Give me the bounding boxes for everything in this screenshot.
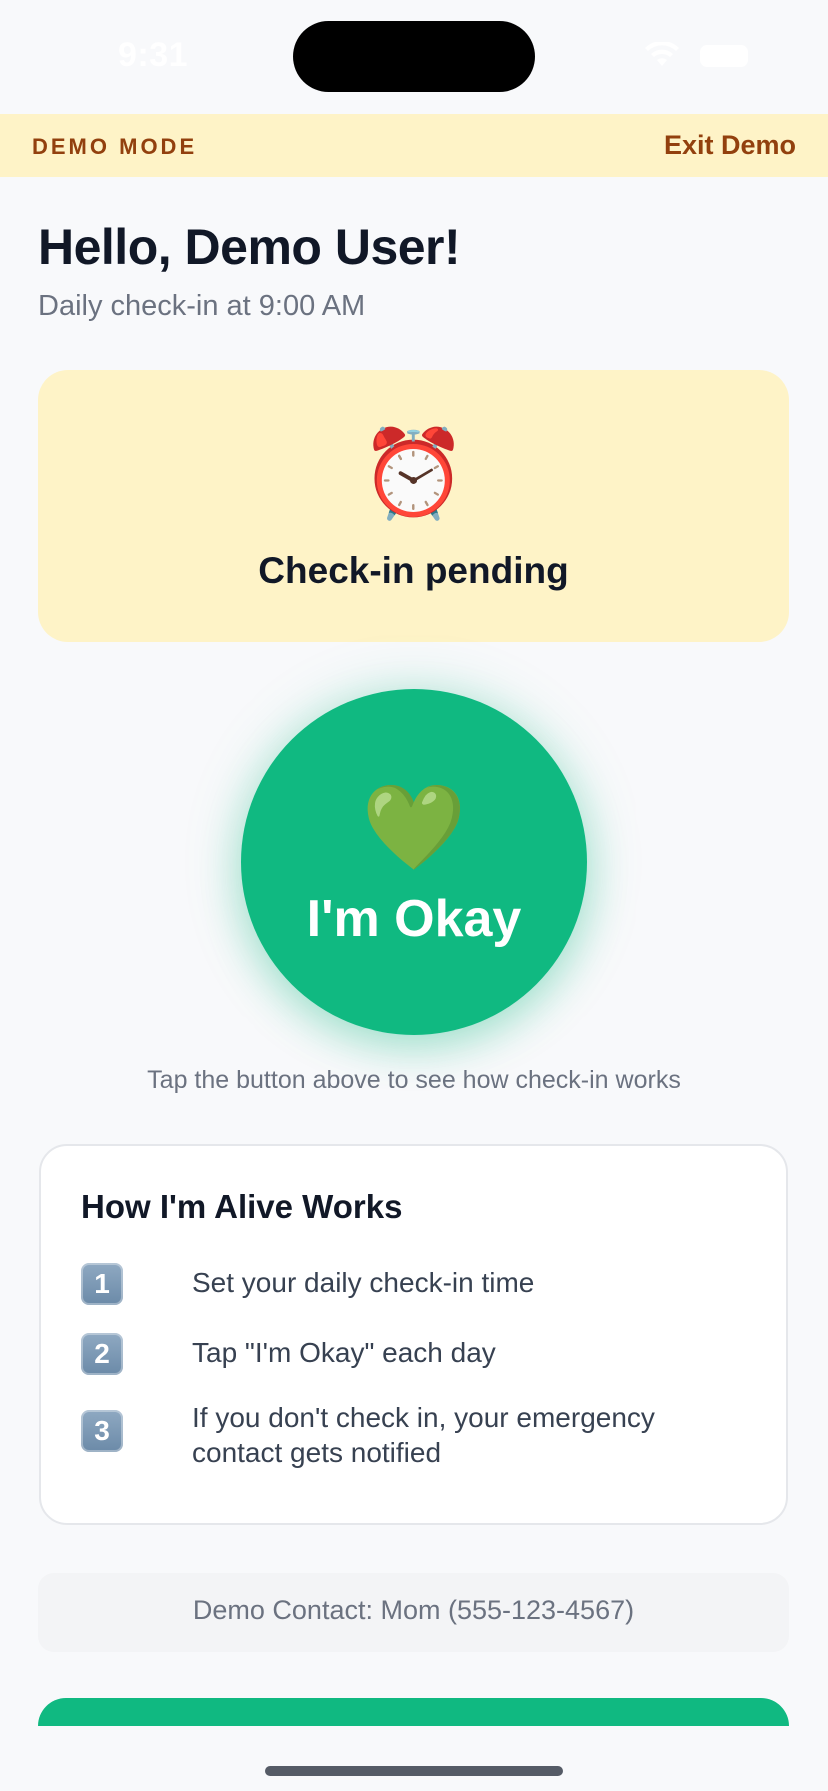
keycap-one-icon: 1	[81, 1263, 123, 1305]
step-text: If you don't check in, your emergency co…	[192, 1402, 655, 1468]
demo-mode-label: DEMO MODE	[32, 134, 198, 159]
step-text: Set your daily check-in time	[192, 1267, 535, 1298]
demo-contact-text: Demo Contact: Mom (555-123-4567)	[192, 1595, 635, 1625]
checkin-time-subtitle: Daily check-in at 9:00 AM	[38, 290, 366, 322]
battery-icon	[700, 45, 748, 67]
home-indicator[interactable]	[265, 1766, 563, 1776]
greeting-title: Hello, Demo User!	[38, 219, 461, 275]
checkin-status-card: ⏰ Check-in pending	[38, 370, 789, 642]
keycap-two-icon: 2	[81, 1333, 123, 1375]
alarm-clock-icon: ⏰	[359, 426, 468, 522]
how-it-works-title: How I'm Alive Works	[81, 1188, 403, 1225]
keycap-three-icon: 3	[81, 1410, 123, 1452]
bottom-action-button[interactable]	[38, 1698, 789, 1726]
demo-contact-box: Demo Contact: Mom (555-123-4567)	[38, 1573, 789, 1652]
step-text: Tap "I'm Okay" each day	[192, 1337, 496, 1368]
exit-demo-button[interactable]: Exit Demo	[664, 130, 796, 161]
dynamic-island	[293, 21, 535, 92]
demo-banner: DEMO MODE Exit Demo	[0, 114, 828, 177]
green-heart-icon: 💚	[361, 780, 467, 874]
wifi-icon	[645, 42, 679, 66]
im-okay-button[interactable]: 💚 I'm Okay	[241, 689, 587, 1035]
status-bar: 9:31	[0, 0, 828, 112]
status-time: 9:31	[118, 36, 189, 74]
checkin-status-text: Check-in pending	[258, 550, 569, 591]
how-it-works-card: How I'm Alive Works 1 Set your daily che…	[39, 1144, 788, 1525]
checkin-hint: Tap the button above to see how check-in…	[147, 1066, 681, 1094]
im-okay-label: I'm Okay	[306, 890, 522, 948]
